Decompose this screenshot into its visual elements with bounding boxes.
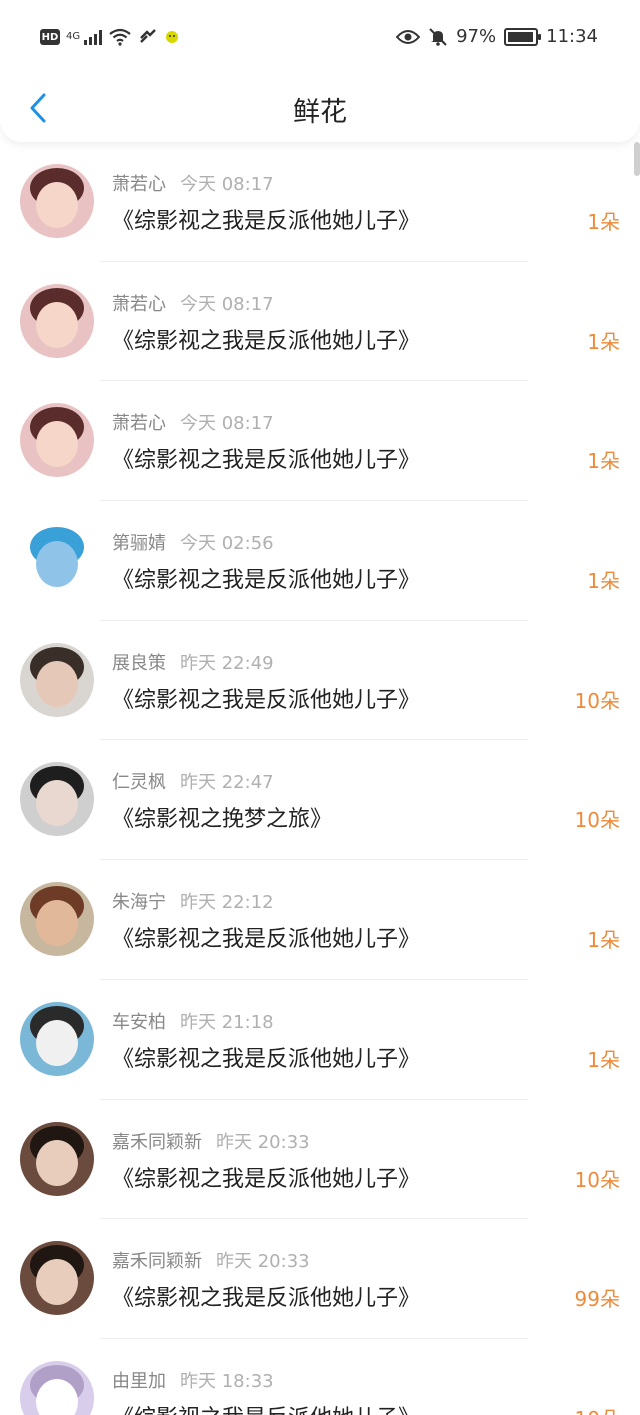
timestamp: 昨天 20:33 [216,1131,310,1153]
book-title[interactable]: 《综影视之我是反派他她儿子》 [112,203,420,235]
book-title[interactable]: 《综影视之我是反派他她儿子》 [112,1161,420,1193]
book-title[interactable]: 《综影视之我是反派他她儿子》 [112,921,420,953]
list-item[interactable]: 展良策 昨天 22:49 《综影视之我是反派他她儿子》 10朵 [0,621,640,741]
timestamp: 昨天 21:18 [180,1011,274,1033]
list-item[interactable]: 萧若心 今天 08:17 《综影视之我是反派他她儿子》 1朵 [0,381,640,502]
timestamp: 昨天 20:33 [216,1251,310,1273]
flower-count: 1朵 [587,210,620,234]
battery-fill [508,31,534,42]
username[interactable]: 车安柏 [112,1012,166,1033]
username[interactable]: 朱海宁 [112,892,166,913]
flower-list: 萧若心 今天 08:17 《综影视之我是反派他她儿子》 1朵 萧若心 今天 08:17 《综… [0,142,640,1415]
book-title[interactable]: 《综影视之我是反派他她儿子》 [112,323,420,355]
item-meta: 第骊婧 今天 02:56 [112,529,274,555]
book-title[interactable]: 《综影视之我是反派他她儿子》 [112,1280,420,1312]
flower-count: 1朵 [587,449,620,474]
avatar[interactable] [20,882,94,957]
avatar[interactable] [20,762,94,837]
status-left: HD 4G [40,28,180,46]
network-type: 4G [66,31,81,42]
item-meta: 嘉禾同颖新 昨天 20:33 [112,1247,310,1273]
item-meta: 由里加 昨天 18:33 [112,1367,274,1393]
timestamp: 昨天 22:12 [180,892,274,914]
timestamp: 昨天 22:47 [180,772,274,794]
username[interactable]: 嘉禾同颖新 [112,1132,202,1153]
username[interactable]: 仁灵枫 [112,772,166,793]
username[interactable]: 第骊婧 [112,533,166,554]
avatar[interactable] [20,642,94,717]
wifi-icon [108,28,132,46]
list-item[interactable]: 萧若心 今天 08:17 《综影视之我是反派他她儿子》 1朵 [0,262,640,382]
status-right: 97% 11:34 [396,26,598,47]
list-item[interactable]: 第骊婧 今天 02:56 《综影视之我是反派他她儿子》 1朵 [0,501,640,621]
flower-count: 10朵 [575,1403,620,1415]
username[interactable]: 萧若心 [112,174,166,195]
link-icon [138,28,158,46]
book-title[interactable]: 《综影视之我是反派他她儿子》 [112,1041,420,1073]
avatar[interactable] [20,1241,94,1316]
timestamp: 今天 08:17 [180,293,274,315]
scrollbar[interactable] [634,142,640,176]
username[interactable]: 萧若心 [112,413,166,434]
item-meta: 朱海宁 昨天 22:12 [112,888,274,914]
flower-count: 1朵 [587,928,620,953]
clock: 11:34 [546,26,598,47]
list-item[interactable]: 萧若心 今天 08:17 《综影视之我是反派他她儿子》 1朵 [0,142,640,262]
page-title: 鲜花 [293,97,347,128]
username[interactable]: 嘉禾同颖新 [112,1251,202,1272]
list-item[interactable]: 嘉禾同颖新 昨天 20:33 《综影视之我是反派他她儿子》 10朵 [0,1100,640,1220]
flower-count: 10朵 [574,808,620,833]
item-meta: 车安柏 昨天 21:18 [112,1008,274,1034]
flower-count: 10朵 [574,1167,620,1192]
avatar[interactable] [20,164,94,238]
item-meta: 萧若心 今天 08:17 [112,170,274,196]
flower-count: 1朵 [587,329,620,354]
item-meta: 仁灵枫 昨天 22:47 [112,768,274,794]
flower-count: 1朵 [587,569,620,594]
avatar[interactable] [20,523,94,598]
avatar[interactable] [20,403,94,478]
list-item[interactable]: 车安柏 昨天 21:18 《综影视之我是反派他她儿子》 1朵 [0,980,640,1100]
timestamp: 今天 02:56 [180,533,274,555]
battery-icon [504,27,542,46]
nav-bar: 鲜花 [0,78,640,142]
item-meta: 展良策 昨天 22:49 [112,649,274,675]
avatar[interactable] [20,1001,94,1076]
flower-count: 99朵 [574,1287,620,1312]
list-item[interactable]: 由里加昨天 18:33 《综影视之我是反派他她儿子》 10朵 [0,1339,640,1415]
timestamp: 昨天 22:49 [180,652,274,674]
signal-icon [84,29,102,45]
flower-count: 10朵 [574,688,620,713]
flower-count: 1朵 [587,1047,620,1072]
book-title[interactable]: 《综影视之我是反派他她儿子》 [112,682,420,714]
hd-badge: HD [40,29,60,45]
timestamp: 昨天 18:33 [180,1370,274,1392]
eye-icon [396,29,421,45]
item-meta: 萧若心 今天 08:17 [112,409,274,435]
mute-bell-icon [428,27,448,47]
username[interactable]: 由里加 [112,1371,166,1392]
battery-percent: 97% [456,26,497,47]
list-item[interactable]: 嘉禾同颖新 昨天 20:33 《综影视之我是反派他她儿子》 99朵 [0,1219,640,1339]
item-meta: 萧若心 今天 08:17 [112,290,274,316]
avatar[interactable] [20,1121,94,1196]
book-title[interactable]: 《综影视之挽梦之旅》 [112,801,332,833]
status-bar: HD 4G 97% 11:34 [0,0,640,78]
book-title[interactable]: 《综影视之我是反派他她儿子》 [112,442,420,474]
timestamp: 今天 08:17 [180,413,274,435]
list-item[interactable]: 仁灵枫 昨天 22:47 《综影视之挽梦之旅》 10朵 [0,740,640,861]
avatar[interactable] [20,283,94,358]
book-title[interactable]: 《综影视之我是反派他她儿子》 [112,1400,420,1415]
avatar[interactable] [20,1360,94,1415]
username[interactable]: 展良策 [112,653,166,674]
item-meta: 嘉禾同颖新 昨天 20:33 [112,1128,310,1154]
app-notification-icon [164,29,180,45]
list-item[interactable]: 朱海宁 昨天 22:12 《综影视之我是反派他她儿子》 1朵 [0,860,640,980]
username[interactable]: 萧若心 [112,294,166,315]
book-title[interactable]: 《综影视之我是反派他她儿子》 [112,562,420,594]
timestamp: 今天 08:17 [180,174,274,195]
